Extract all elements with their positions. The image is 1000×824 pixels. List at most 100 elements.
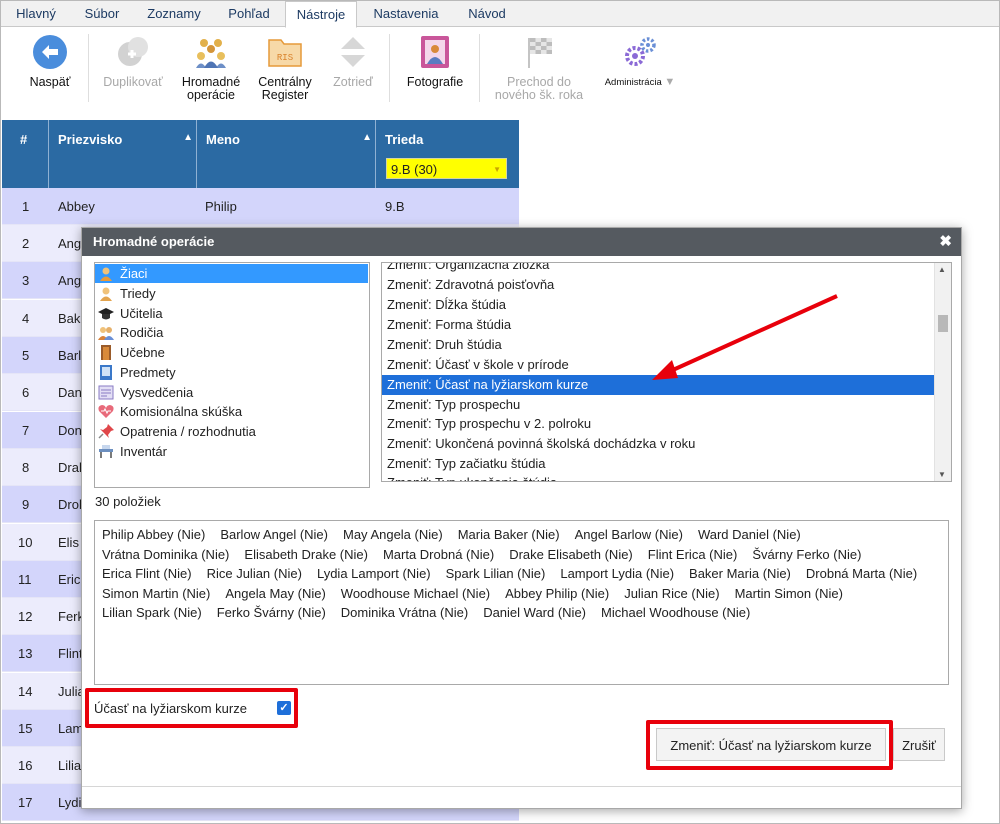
row-number: 3 <box>22 273 30 288</box>
category-item-rodicia[interactable]: Rodičia <box>95 323 369 342</box>
back-button[interactable]: Naspäť <box>19 34 81 89</box>
row-surname: Ang <box>58 236 82 251</box>
class-filter-value: 9.B (30) <box>391 162 438 177</box>
column-header-number[interactable]: # <box>2 120 49 188</box>
student-entry: Abbey Philip (Nie) <box>505 585 610 601</box>
row-number: 6 <box>22 385 30 400</box>
desk-icon <box>99 445 113 458</box>
operation-item[interactable]: Zmeniť: Typ ukončenia štúdia <box>382 473 934 481</box>
row-number: 7 <box>22 423 30 438</box>
tab-nastavenia[interactable]: Nastavenia <box>363 1 449 27</box>
student-entry: Angel Barlow (Nie) <box>574 527 683 542</box>
student-entry: Švárny Ferko (Nie) <box>752 546 862 562</box>
column-header-name[interactable]: Meno ▲ <box>197 120 376 188</box>
row-name: Philip <box>205 199 237 214</box>
student-entry: Michael Woodhouse (Nie) <box>601 605 751 620</box>
row-surname: Dan <box>58 385 82 400</box>
row-number: 5 <box>22 348 30 363</box>
annotation-arrow <box>652 294 838 380</box>
row-number: 13 <box>18 646 33 661</box>
tab-nastroje[interactable]: Nástroje <box>285 1 357 28</box>
student-entry: Lamport Lydia (Nie) <box>560 566 675 581</box>
chevron-down-icon: ▼ <box>493 165 501 174</box>
student-entry: Philip Abbey (Nie) <box>102 527 206 542</box>
category-list: Žiaci Triedy Učitelia Rodičia Učebne Pre… <box>94 262 370 488</box>
sort-arrows-icon <box>341 37 365 67</box>
category-item-inventar[interactable]: Inventár <box>95 442 369 461</box>
central-register-button[interactable]: RIS Centrálny Register <box>252 34 318 102</box>
sort-button[interactable]: Zotrieď <box>325 34 381 89</box>
scroll-down-icon[interactable]: ▼ <box>938 470 946 479</box>
back-label: Naspäť <box>29 75 71 89</box>
category-item-vysvedcenia[interactable]: Vysvedčenia <box>95 383 369 402</box>
scroll-up-icon[interactable]: ▲ <box>938 265 946 274</box>
cancel-button[interactable]: Zrušiť <box>893 728 945 761</box>
toolbar-divider <box>479 34 480 102</box>
new-school-year-button[interactable]: Prechod do nového šk. roka <box>487 34 591 102</box>
central-register-label-2: Register <box>261 88 309 102</box>
scrollbar-thumb[interactable] <box>938 315 948 332</box>
row-number: 12 <box>18 609 33 624</box>
administration-button[interactable]: Administrácia ▼ <box>597 34 683 89</box>
student-entry: Rice Julian (Nie) <box>206 566 302 581</box>
category-item-opatrenia[interactable]: Opatrenia / rozhodnutia <box>95 422 369 441</box>
category-label: Učitelia <box>120 306 163 321</box>
category-item-ucitelia[interactable]: Učitelia <box>95 304 369 323</box>
operation-item[interactable]: Zmeniť: Typ prospechu <box>382 395 934 415</box>
row-surname: Barl <box>58 348 82 363</box>
category-item-ucebne[interactable]: Učebne <box>95 343 369 362</box>
category-item-komisionalna-skuska[interactable]: Komisionálna skúška <box>95 402 369 421</box>
column-header-class[interactable]: Trieda 9.B (30) ▼ <box>376 120 519 188</box>
student-entry: Baker Maria (Nie) <box>689 566 791 581</box>
category-label: Žiaci <box>120 266 148 281</box>
student-entry: Ferko Švárny (Nie) <box>216 605 326 620</box>
operation-item[interactable]: Zmeniť: Organizačná zložka <box>382 263 934 275</box>
toolbar: Naspäť Duplikovať Hromadné operácie RIS … <box>1 28 999 120</box>
row-surname: Dral <box>58 460 82 475</box>
category-item-triedy[interactable]: Triedy <box>95 284 369 303</box>
close-icon[interactable]: ✖ <box>939 228 952 256</box>
table-row[interactable]: 1 Abbey Philip 9.B <box>2 188 519 225</box>
tab-zoznamy[interactable]: Zoznamy <box>138 1 210 27</box>
row-surname: Drol <box>58 497 82 512</box>
operation-item[interactable]: Zmeniť: Ukončená povinná školská dochádz… <box>382 434 934 454</box>
category-item-predmety[interactable]: Predmety <box>95 363 369 382</box>
name-header-label: Meno <box>206 132 240 147</box>
operation-item[interactable]: Zmeniť: Typ začiatku štúdia <box>382 454 934 474</box>
sort-ascending-icon: ▲ <box>183 132 193 143</box>
administration-label: Administrácia <box>604 77 662 88</box>
row-surname: Lam <box>58 721 84 736</box>
tab-subor[interactable]: Súbor <box>71 1 133 27</box>
duplicate-button[interactable]: Duplikovať <box>97 34 169 89</box>
category-item-ziaci[interactable]: Žiaci <box>95 264 368 283</box>
column-header-surname[interactable]: Priezvisko ▲ <box>49 120 197 188</box>
category-label: Triedy <box>120 286 156 301</box>
bulk-operations-button[interactable]: Hromadné operácie <box>175 34 247 102</box>
student-entry: Ward Daniel (Nie) <box>697 527 801 542</box>
selected-students-list: Philip Abbey (Nie) Barlow Angel (Nie) May … <box>94 520 949 685</box>
certificate-icon <box>98 385 114 400</box>
class-filter-select[interactable]: 9.B (30) ▼ <box>386 158 507 179</box>
checkered-flag-icon <box>528 38 552 68</box>
heart-exam-icon <box>98 405 114 418</box>
row-number: 17 <box>18 795 33 810</box>
tab-navod[interactable]: Návod <box>456 1 518 27</box>
row-surname: Eric <box>58 572 81 587</box>
annotation-highlight <box>646 720 893 770</box>
operation-item[interactable]: Zmeniť: Typ prospechu v 2. polroku <box>382 414 934 434</box>
student-entry: May Angela (Nie) <box>342 527 443 542</box>
sort-ascending-icon: ▲ <box>362 132 372 143</box>
dialog-footer-divider <box>82 786 961 787</box>
gears-icon <box>625 37 656 66</box>
row-number: 15 <box>18 721 33 736</box>
category-label: Predmety <box>120 365 176 380</box>
photos-button[interactable]: Fotografie <box>399 34 471 89</box>
chevron-down-icon: ▼ <box>664 76 676 88</box>
surname-header-label: Priezvisko <box>58 132 123 147</box>
bulk-operations-label-1: Hromadné <box>181 75 241 89</box>
row-surname: Lydi <box>58 795 82 810</box>
tab-pohlad[interactable]: Pohľad <box>217 1 281 27</box>
tab-hlavny[interactable]: Hlavný <box>5 1 67 27</box>
operation-list-scrollbar[interactable]: ▲ ▼ <box>934 263 951 481</box>
app-window: Hlavný Súbor Zoznamy Pohľad Nástroje Nas… <box>0 0 1000 824</box>
